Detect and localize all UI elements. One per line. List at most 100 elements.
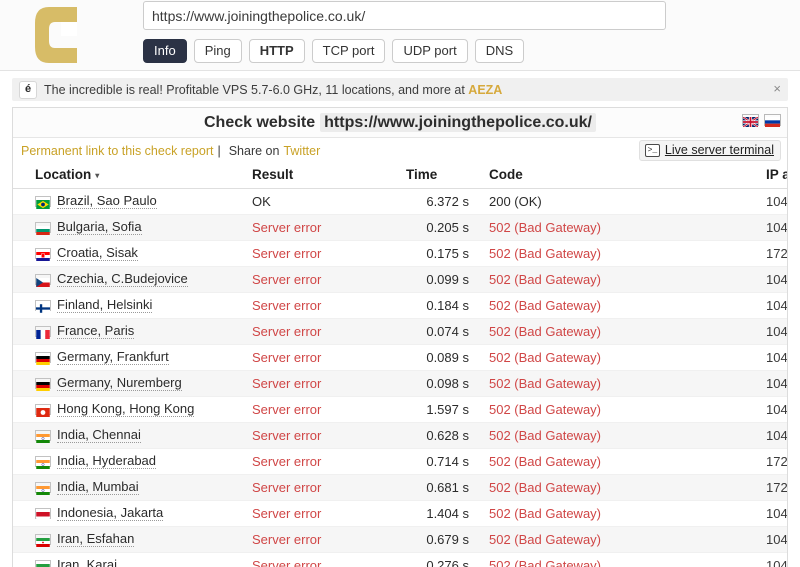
cell-ip-address: 104.26.11.125 [760,189,787,215]
location-name[interactable]: India, Hyderabad [57,454,156,469]
tab-udp-port[interactable]: UDP port [392,39,467,63]
location-name[interactable]: Hong Kong, Hong Kong [57,402,194,417]
cell-result: Server error [246,319,400,345]
cell-code: 502 (Bad Gateway) [483,397,760,423]
cell-time: 0.679 s [400,527,483,553]
location-name[interactable]: Germany, Nuremberg [57,376,182,391]
finland-flag-icon [35,300,51,311]
cell-time: 0.074 s [400,319,483,345]
table-row: Germany, NurembergServer error0.098 s502… [13,371,787,397]
cell-time: 0.628 s [400,423,483,449]
cell-result: Server error [246,397,400,423]
cell-ip-address: 104.26.10.125 [760,423,787,449]
cell-ip-address: 104.26.10.125 [760,345,787,371]
live-server-terminal-label: Live server terminal [665,143,774,157]
cell-time: 0.089 s [400,345,483,371]
russia-flag-icon[interactable] [764,114,781,126]
close-icon[interactable]: × [773,81,781,97]
cell-ip-address: 172.67.69.212 [760,241,787,267]
share-prefix-label: Share on [229,144,280,158]
results-table-body: Brazil, Sao PauloOK6.372 s200 (OK)104.26… [13,189,787,567]
check-type-tabs: Info Ping HTTP TCP port UDP port DNS [143,39,524,63]
column-header-location-label: Location [35,167,91,182]
cell-time: 0.681 s [400,475,483,501]
tab-tcp-port[interactable]: TCP port [312,39,386,63]
location-name[interactable]: Iran, Esfahan [57,532,134,547]
iran-flag-icon [35,534,51,545]
subbar-separator: | [217,144,220,158]
cell-location: Finland, Helsinki [13,293,246,319]
check-host-logo[interactable] [33,3,89,65]
table-row: Bulgaria, SofiaServer error0.205 s502 (B… [13,215,787,241]
cell-ip-address: 104.26.10.125 [760,267,787,293]
report-header: Check websitehttps://www.joiningthepolic… [13,108,787,138]
terminal-icon: >_ [645,144,660,157]
location-name[interactable]: Czechia, C.Budejovice [57,272,188,287]
column-header-location[interactable]: Location▾ [13,164,246,189]
report-subbar: Permanent link to this check report | Sh… [13,138,787,164]
location-name[interactable]: Germany, Frankfurt [57,350,169,365]
cell-time: 0.276 s [400,553,483,567]
tab-ping[interactable]: Ping [194,39,242,63]
cell-code: 502 (Bad Gateway) [483,423,760,449]
location-name[interactable]: Finland, Helsinki [57,298,152,313]
ad-text[interactable]: The incredible is real! Profitable VPS 5… [44,83,502,97]
column-header-result[interactable]: Result [246,164,400,189]
cell-location: India, Hyderabad [13,449,246,475]
uk-flag-icon[interactable] [742,114,759,126]
location-name[interactable]: Croatia, Sisak [57,246,138,261]
ad-message: The incredible is real! Profitable VPS 5… [44,83,468,97]
tab-dns[interactable]: DNS [475,39,524,63]
page-title-prefix: Check website [204,114,315,131]
location-name[interactable]: France, Paris [57,324,134,339]
cell-time: 1.404 s [400,501,483,527]
location-name[interactable]: Bulgaria, Sofia [57,220,142,235]
location-name[interactable]: Iran, Karaj [57,558,117,567]
ad-banner: é The incredible is real! Profitable VPS… [12,78,788,101]
cell-ip-address: 104.26.10.125 [760,501,787,527]
cell-code: 502 (Bad Gateway) [483,215,760,241]
table-row: Croatia, SisakServer error0.175 s502 (Ba… [13,241,787,267]
cell-code: 502 (Bad Gateway) [483,371,760,397]
location-name[interactable]: Indonesia, Jakarta [57,506,163,521]
cell-location: Germany, Frankfurt [13,345,246,371]
cell-result: Server error [246,553,400,567]
cell-location: Iran, Esfahan [13,527,246,553]
bulgaria-flag-icon [35,222,51,233]
table-row: India, HyderabadServer error0.714 s502 (… [13,449,787,475]
url-field-wrapper [143,1,666,30]
share-on-twitter-link[interactable]: Twitter [283,144,320,158]
cell-time: 0.714 s [400,449,483,475]
tab-info[interactable]: Info [143,39,187,63]
cell-result: Server error [246,267,400,293]
india-flag-icon [35,482,51,493]
cell-location: Czechia, C.Budejovice [13,267,246,293]
cell-ip-address: 104.26.10.125 [760,215,787,241]
cell-result: Server error [246,423,400,449]
column-header-time[interactable]: Time [400,164,483,189]
tab-http[interactable]: HTTP [249,39,305,63]
cell-location: Croatia, Sisak [13,241,246,267]
cell-time: 1.597 s [400,397,483,423]
language-switcher [742,114,781,126]
ad-brand[interactable]: AEZA [468,83,502,97]
cell-location: India, Chennai [13,423,246,449]
live-server-terminal-button[interactable]: >_ Live server terminal [639,140,781,161]
cell-location: Bulgaria, Sofia [13,215,246,241]
column-header-ip[interactable]: IP address [760,164,787,189]
cell-location: Hong Kong, Hong Kong [13,397,246,423]
table-row: Hong Kong, Hong Kong Server error1.597 s5… [13,397,787,423]
location-name[interactable]: India, Chennai [57,428,141,443]
url-input[interactable] [143,1,666,30]
cell-ip-address: 104.26.11.125 [760,553,787,567]
location-name[interactable]: Brazil, Sao Paulo [57,194,157,209]
czechia-flag-icon [35,274,51,285]
column-header-code[interactable]: Code [483,164,760,189]
location-name[interactable]: India, Mumbai [57,480,139,495]
cell-location: Brazil, Sao Paulo [13,189,246,215]
cell-code: 502 (Bad Gateway) [483,293,760,319]
permanent-link[interactable]: Permanent link to this check report [21,144,213,158]
cell-result: Server error [246,293,400,319]
croatia-flag-icon [35,248,51,259]
cell-result: OK [246,189,400,215]
